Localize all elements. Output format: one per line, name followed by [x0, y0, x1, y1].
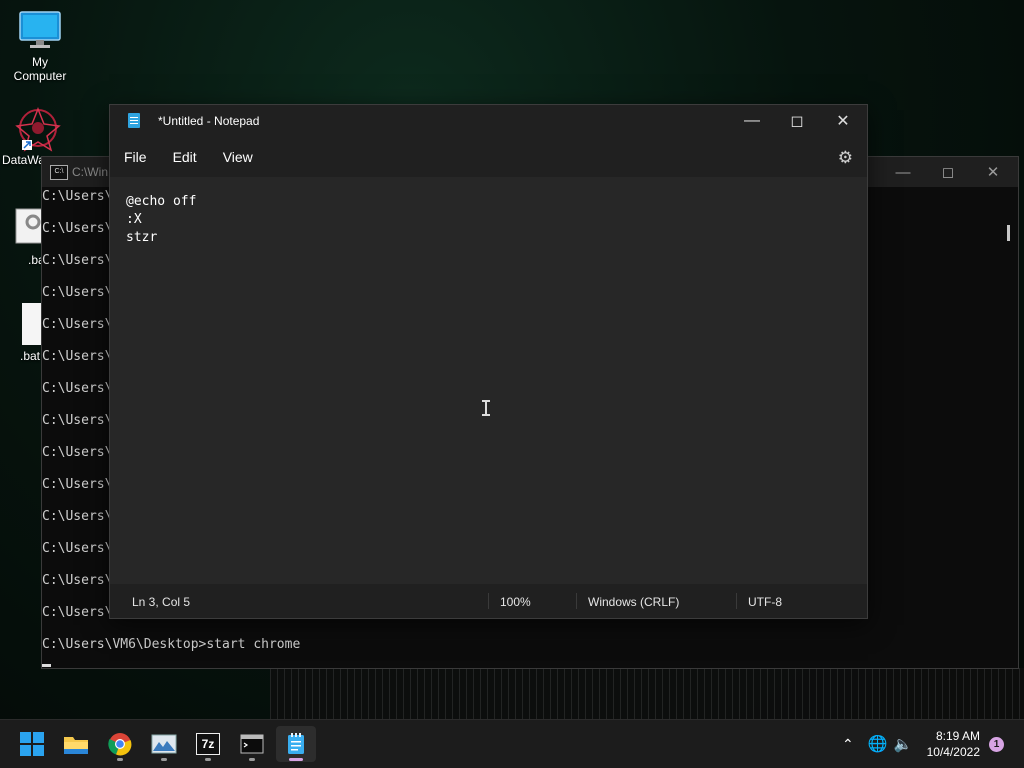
text-cursor-icon	[482, 400, 490, 416]
windows-logo-icon	[20, 732, 44, 756]
close-icon[interactable]: ✕	[970, 157, 1016, 187]
notepad-title-bar[interactable]: *Untitled - Notepad — ◻ ✕	[110, 105, 867, 137]
desktop-icon-label: .bat	[19, 349, 40, 363]
notepad-text-area[interactable]: @echo off :X stzr	[110, 177, 867, 584]
wallpaper-pattern	[270, 668, 1024, 720]
system-tray: ⌃ 🌐 🔈	[842, 720, 912, 768]
status-cursor-position: Ln 3, Col 5	[132, 595, 191, 609]
status-zoom[interactable]: 100%	[500, 595, 531, 609]
notepad-menu-bar: File Edit View ⚙	[110, 137, 867, 177]
desktop-icon-my-computer[interactable]: My Computer	[4, 10, 76, 83]
cmd-scrollbar[interactable]	[1007, 195, 1010, 575]
console-line: C:\Users\	[42, 189, 113, 204]
console-line: C:\Users\	[42, 445, 113, 460]
taskbar-clock[interactable]: 8:19 AM 10/4/2022	[927, 728, 980, 760]
cmd-window-title: C:\Win	[72, 165, 108, 179]
console-line: C:\Users\	[42, 349, 113, 364]
scrollbar-thumb[interactable]	[1007, 225, 1010, 241]
notepad-app-icon	[128, 113, 140, 128]
taskbar-7zip[interactable]: 7z	[188, 726, 228, 762]
taskbar-photos[interactable]	[144, 726, 184, 762]
folder-icon	[64, 737, 88, 754]
console-line: C:\Users\	[42, 573, 113, 588]
running-indicator	[205, 758, 211, 761]
terminal-icon	[240, 734, 264, 754]
taskbar-file-explorer[interactable]	[56, 726, 96, 762]
taskbar: 7z ⌃ 🌐 🔈 8:19 AM 10/4/2022 1	[0, 719, 1024, 768]
notification-badge[interactable]: 1	[989, 737, 1004, 752]
start-button[interactable]	[12, 726, 52, 762]
console-line: C:\Users\	[42, 285, 113, 300]
status-divider	[736, 593, 737, 609]
7zip-label: 7z	[201, 737, 215, 751]
console-line: C:\Users\	[42, 253, 113, 268]
monitor-icon	[19, 11, 61, 48]
maximize-icon[interactable]: ◻	[774, 105, 820, 137]
network-globe-icon[interactable]: 🌐	[868, 734, 888, 754]
7zip-icon: 7z	[196, 733, 220, 755]
active-indicator	[289, 758, 303, 761]
taskbar-chrome[interactable]	[100, 726, 140, 762]
desktop-icon-label: My Computer	[13, 55, 67, 83]
console-last-line: C:\Users\VM6\Desktop>start chrome	[42, 637, 301, 652]
running-indicator	[249, 758, 255, 761]
close-icon[interactable]: ✕	[820, 105, 866, 137]
menu-edit[interactable]: Edit	[161, 149, 209, 165]
photos-icon	[151, 734, 177, 754]
notepad-window-title: *Untitled - Notepad	[158, 114, 260, 128]
notepad-icon	[288, 733, 304, 754]
gear-file-icon	[15, 208, 43, 244]
console-line: C:\Users\	[42, 317, 113, 332]
status-divider	[488, 593, 489, 609]
menu-view[interactable]: View	[211, 149, 265, 165]
taskbar-terminal[interactable]	[232, 726, 272, 762]
console-cursor	[42, 664, 51, 667]
clock-time: 8:19 AM	[935, 729, 980, 743]
desktop-icon-batch-file-1[interactable]: .ba	[14, 208, 45, 267]
console-line: C:\Users\	[42, 221, 113, 236]
chrome-icon	[108, 733, 132, 756]
status-encoding: UTF-8	[748, 595, 782, 609]
taskbar-notepad[interactable]	[276, 726, 316, 762]
clock-date: 10/4/2022	[926, 745, 980, 759]
console-line: C:\Users\	[42, 413, 113, 428]
console-line: C:\Users\	[42, 541, 113, 556]
file-icon	[22, 303, 41, 345]
datawatch-logo-icon	[15, 106, 61, 152]
desktop-icon-batch-file-2[interactable]: .bat	[18, 302, 42, 363]
menu-file[interactable]: File	[112, 149, 159, 165]
speaker-icon[interactable]: 🔈	[894, 735, 913, 753]
gear-icon[interactable]: ⚙	[838, 148, 853, 168]
notepad-window[interactable]: *Untitled - Notepad — ◻ ✕ File Edit View…	[109, 104, 868, 619]
console-line: C:\Users\	[42, 477, 113, 492]
console-line: C:\Users\	[42, 509, 113, 524]
minimize-icon[interactable]: —	[880, 157, 926, 187]
notepad-status-bar: Ln 3, Col 5 100% Windows (CRLF) UTF-8	[110, 584, 867, 618]
running-indicator	[117, 758, 123, 761]
console-line: C:\Users\	[42, 605, 113, 620]
running-indicator	[161, 758, 167, 761]
maximize-icon[interactable]: ◻	[925, 157, 971, 187]
console-line: C:\Users\	[42, 381, 113, 396]
cmd-app-icon: C:\	[50, 165, 68, 180]
minimize-icon[interactable]: —	[729, 105, 775, 137]
status-line-ending: Windows (CRLF)	[588, 595, 680, 609]
status-divider	[576, 593, 577, 609]
chevron-up-icon[interactable]: ⌃	[842, 736, 854, 753]
